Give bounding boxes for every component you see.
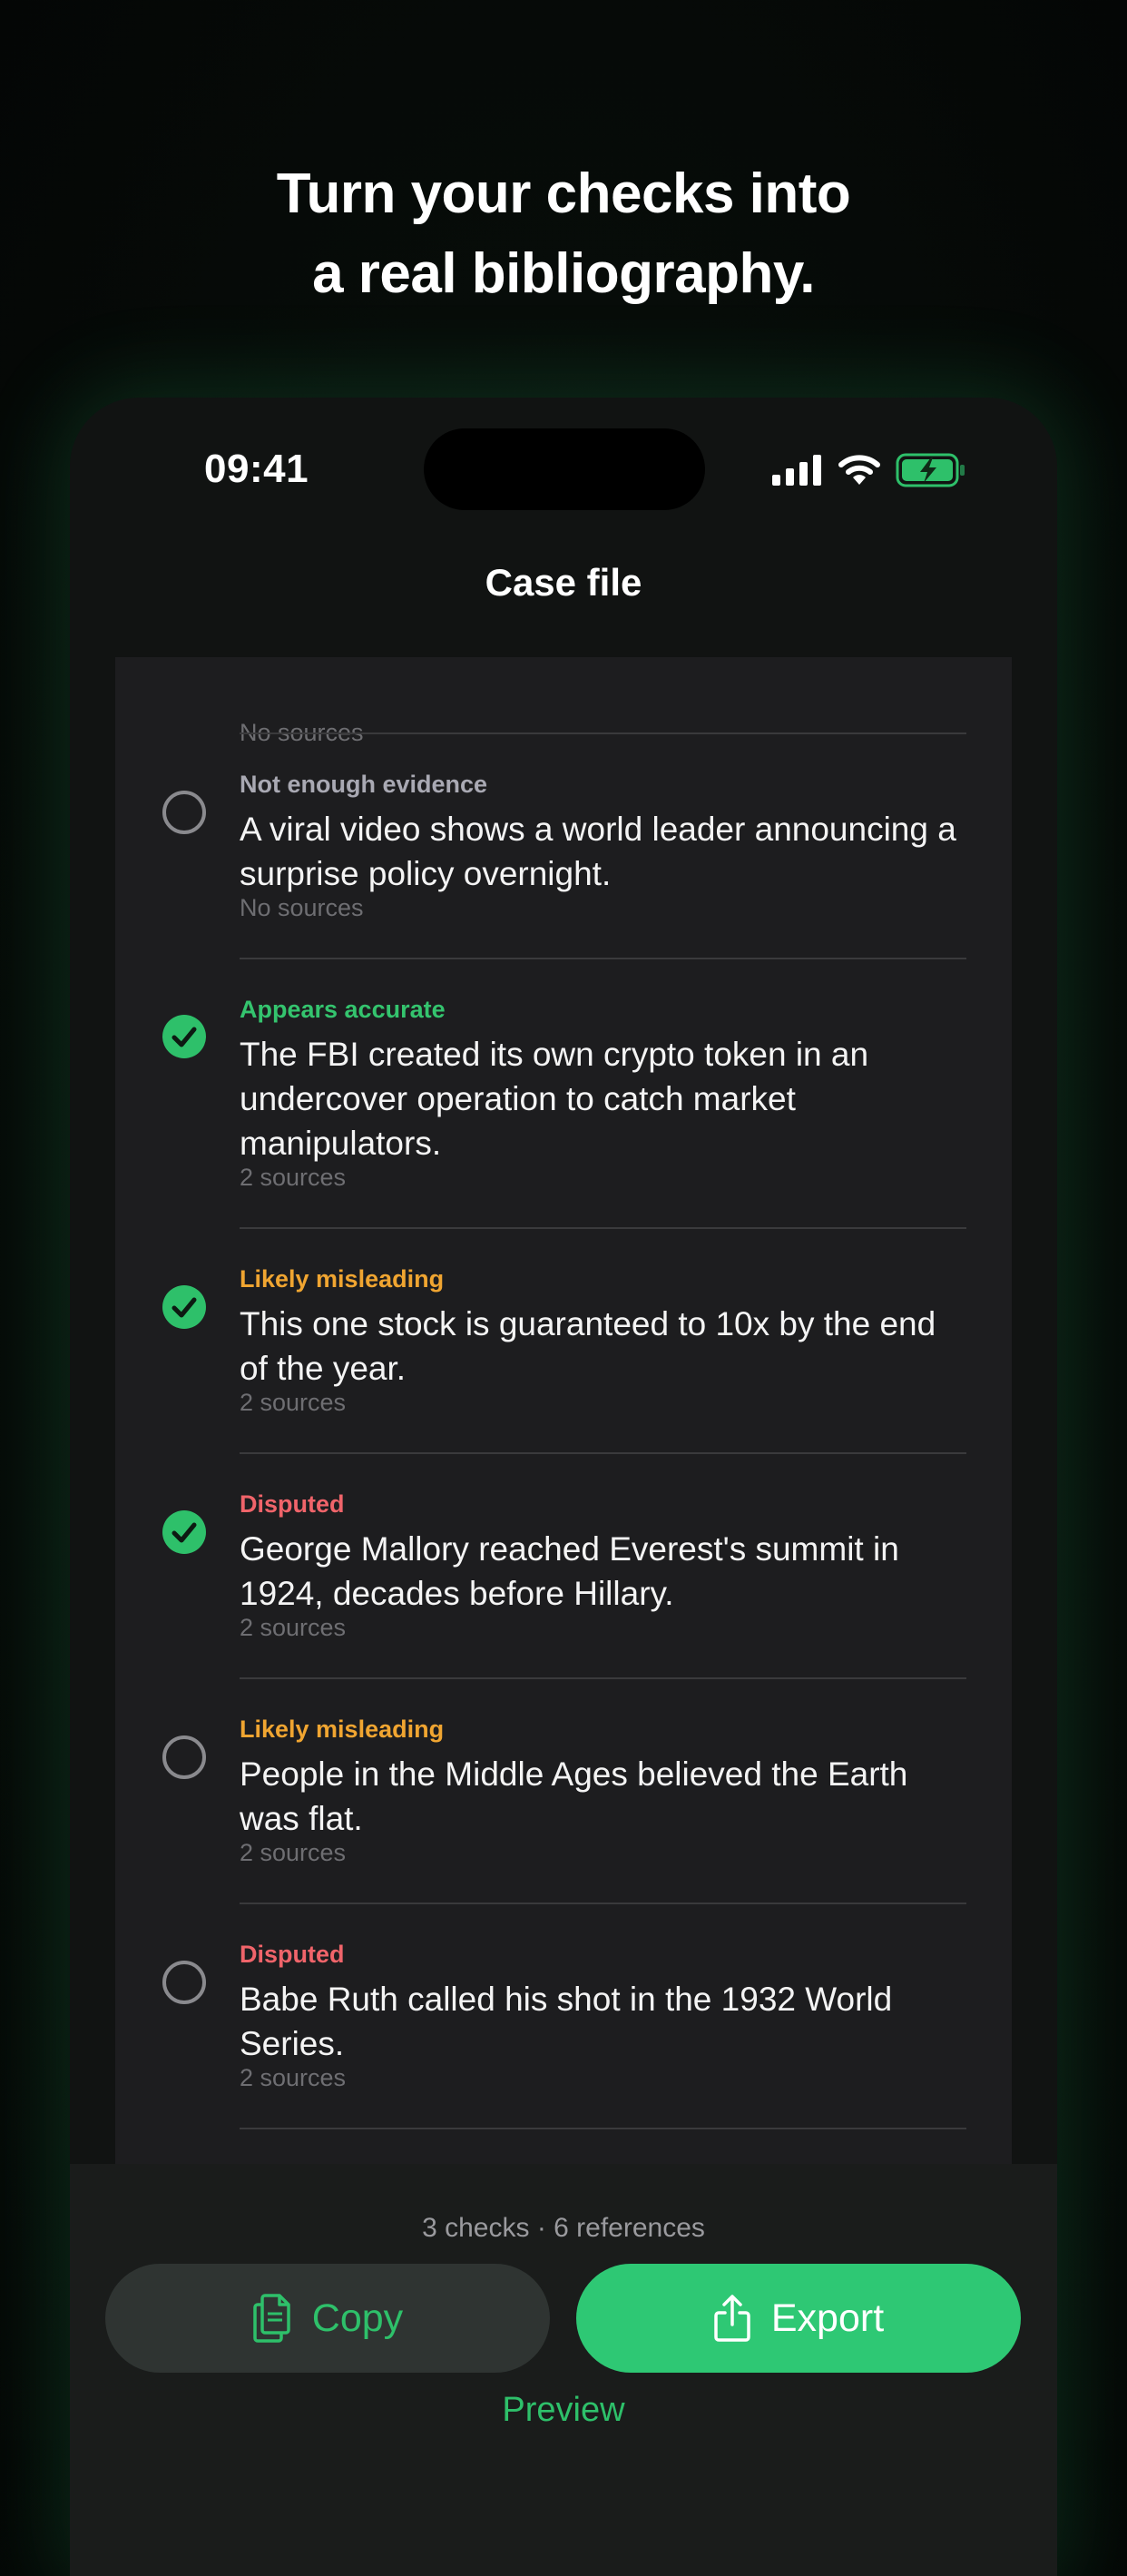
- verdict-label: Not enough evidence: [240, 771, 488, 798]
- checkbox-empty-icon[interactable]: [162, 791, 206, 834]
- claim-text: George Mallory reached Everest's summit …: [240, 1530, 899, 1612]
- claim-text: Babe Ruth called his shot in the 1932 Wo…: [240, 1981, 893, 2062]
- nav-title: Case file: [485, 561, 642, 604]
- preview-link[interactable]: Preview: [70, 2391, 1057, 2430]
- row-divider: [240, 732, 966, 734]
- claim-text: A viral video shows a world leader annou…: [240, 811, 956, 892]
- status-bar: 09:41: [70, 398, 1057, 543]
- headline: Turn your checks into a real bibliograph…: [0, 154, 1127, 314]
- row-divider: [240, 2128, 966, 2129]
- source-count: 2 sources: [240, 1389, 347, 1416]
- checkmark-icon: [172, 1522, 197, 1543]
- source-count: 2 sources: [240, 2064, 347, 2091]
- checkmark-icon: [172, 1297, 197, 1318]
- checkbox-checked-icon[interactable]: [162, 1285, 206, 1329]
- verdict-label: Appears accurate: [240, 996, 446, 1023]
- headline-line-2: a real bibliography.: [312, 242, 815, 305]
- row-divider: [240, 1452, 966, 1454]
- claim-text: This one stock is guaranteed to 10x by t…: [240, 1305, 936, 1387]
- checkbox-checked-icon[interactable]: [162, 1510, 206, 1554]
- verdict-label: Disputed: [240, 1490, 345, 1518]
- status-time: 09:41: [204, 447, 309, 491]
- wifi-icon: [838, 455, 880, 485]
- check-list: exams this semester.No sourcesNot enough…: [115, 657, 1012, 2200]
- row-divider: [240, 1903, 966, 1904]
- status-icons: [772, 452, 966, 488]
- copy-icon: [253, 2294, 290, 2343]
- headline-line-1: Turn your checks into: [276, 162, 851, 225]
- copy-button[interactable]: Copy: [105, 2264, 550, 2373]
- verdict-label: Likely misleading: [240, 1265, 445, 1293]
- checkbox-empty-icon[interactable]: [162, 1961, 206, 2004]
- list-top-fade: [115, 657, 1012, 703]
- claim-text: People in the Middle Ages believed the E…: [240, 1755, 908, 1837]
- cellular-signal-icon: [772, 455, 821, 486]
- source-count: 2 sources: [240, 1614, 347, 1641]
- source-count: 2 sources: [240, 1839, 347, 1866]
- checkbox-checked-icon[interactable]: [162, 1015, 206, 1058]
- source-count: No sources: [240, 894, 364, 921]
- checkmark-icon: [172, 1027, 197, 1047]
- copy-button-label: Copy: [311, 2296, 404, 2340]
- claim-text: The FBI created its own crypto token in …: [240, 1036, 869, 1162]
- source-count: 2 sources: [240, 1164, 347, 1191]
- checkbox-empty-icon[interactable]: [162, 1735, 206, 1779]
- export-button[interactable]: Export: [576, 2264, 1021, 2373]
- bottom-action-bar: 3 checks · 6 references Copy Export Prev…: [70, 2164, 1057, 2576]
- phone-frame: 09:41 Case file exams this sem: [70, 398, 1057, 2576]
- verdict-label: Disputed: [240, 1941, 345, 1968]
- battery-charging-icon: [896, 453, 965, 487]
- export-button-label: Export: [770, 2296, 885, 2340]
- verdict-label: Likely misleading: [240, 1716, 445, 1743]
- row-divider: [240, 1677, 966, 1679]
- row-divider: [240, 958, 966, 959]
- dynamic-island: [424, 428, 705, 510]
- selection-summary: 3 checks · 6 references: [422, 2213, 705, 2243]
- row-divider: [240, 1227, 966, 1229]
- share-icon: [714, 2295, 750, 2342]
